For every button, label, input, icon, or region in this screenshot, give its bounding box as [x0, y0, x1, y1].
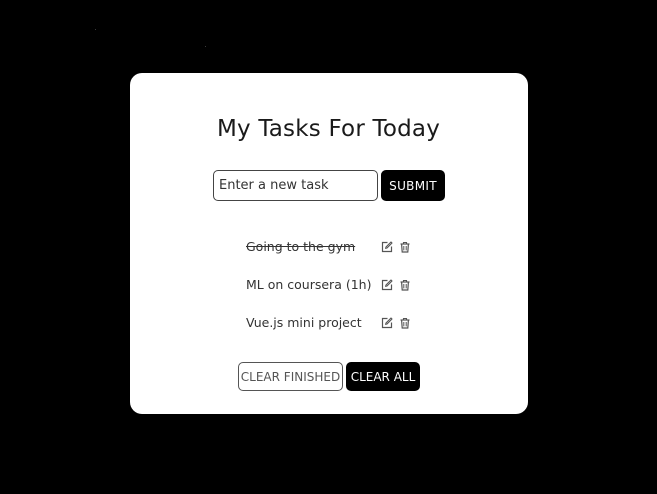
background-speck	[95, 29, 96, 30]
trash-icon[interactable]	[399, 317, 411, 329]
edit-icon[interactable]	[381, 317, 393, 329]
task-label[interactable]: ML on coursera (1h)	[246, 275, 371, 295]
trash-icon[interactable]	[399, 279, 411, 291]
submit-button[interactable]: SUBMIT	[381, 170, 445, 201]
trash-icon[interactable]	[399, 241, 411, 253]
new-task-input[interactable]	[213, 170, 378, 201]
task-item: Going to the gym	[246, 237, 416, 259]
clear-all-button[interactable]: CLEAR ALL	[346, 362, 420, 391]
clear-finished-button[interactable]: CLEAR FINISHED	[238, 362, 343, 391]
task-item: Vue.js mini project	[246, 313, 416, 335]
task-label[interactable]: Vue.js mini project	[246, 313, 362, 333]
task-label[interactable]: Going to the gym	[246, 237, 355, 257]
edit-icon[interactable]	[381, 241, 393, 253]
page-title: My Tasks For Today	[216, 116, 441, 142]
background-speck	[205, 46, 206, 47]
edit-icon[interactable]	[381, 279, 393, 291]
task-item: ML on coursera (1h)	[246, 275, 416, 297]
